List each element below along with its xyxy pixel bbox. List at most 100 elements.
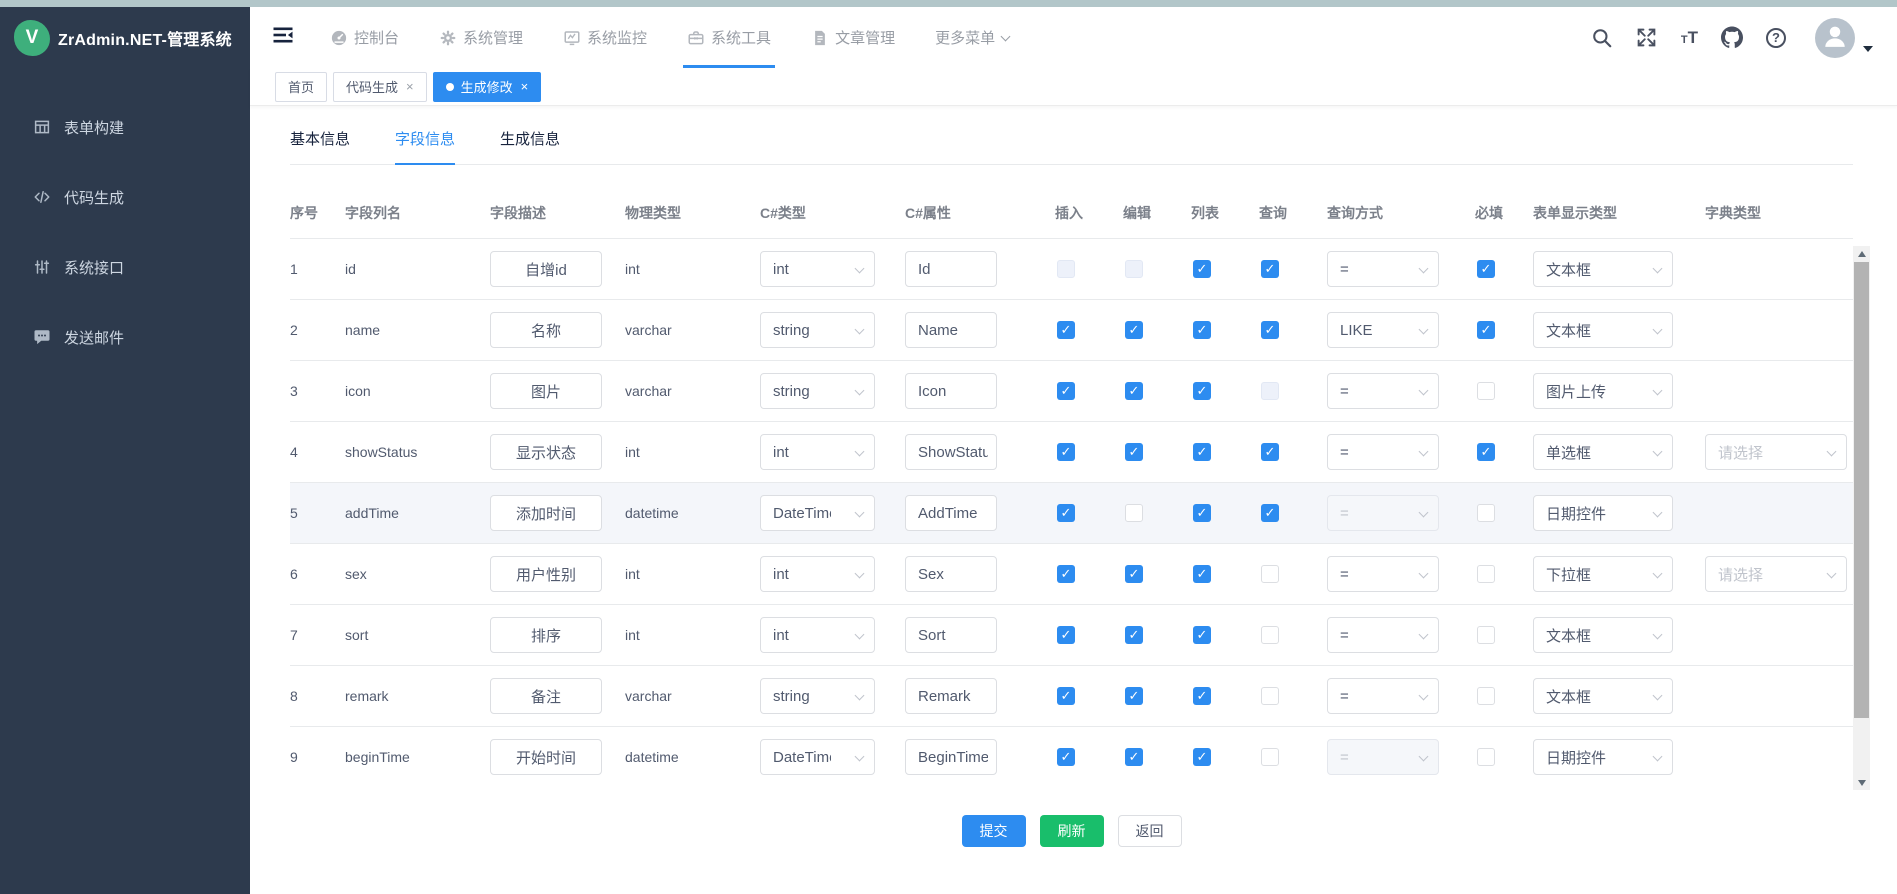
required-checkbox[interactable]: ✓ bbox=[1477, 260, 1495, 278]
csharp-property-input[interactable] bbox=[905, 678, 997, 714]
insert-checkbox[interactable]: ✓ bbox=[1057, 748, 1075, 766]
form-subtab[interactable]: 基本信息 bbox=[290, 128, 350, 165]
field-description-input[interactable] bbox=[490, 373, 602, 409]
csharp-type-select[interactable]: DateTime bbox=[760, 739, 875, 775]
scrollbar-down-arrow[interactable] bbox=[1853, 775, 1870, 790]
insert-checkbox[interactable]: ✓ bbox=[1057, 565, 1075, 583]
field-description-input[interactable] bbox=[490, 495, 602, 531]
csharp-property-input[interactable] bbox=[905, 556, 997, 592]
required-checkbox[interactable]: ✓ bbox=[1477, 443, 1495, 461]
field-description-input[interactable] bbox=[490, 739, 602, 775]
field-description-input[interactable] bbox=[490, 251, 602, 287]
csharp-type-select[interactable]: int bbox=[760, 251, 875, 287]
csharp-type-select[interactable]: string bbox=[760, 373, 875, 409]
close-icon[interactable]: × bbox=[521, 79, 529, 94]
display-type-select[interactable]: 图片上传 bbox=[1533, 373, 1673, 409]
nav-item[interactable]: 更多菜单 bbox=[935, 7, 1009, 68]
insert-checkbox[interactable]: ✓ bbox=[1057, 321, 1075, 339]
form-subtab[interactable]: 字段信息 bbox=[395, 128, 455, 165]
edit-checkbox[interactable]: ✓ bbox=[1125, 443, 1143, 461]
edit-checkbox[interactable]: ✓ bbox=[1125, 687, 1143, 705]
display-type-select[interactable]: 日期控件 bbox=[1533, 495, 1673, 531]
scrollbar-up-arrow[interactable] bbox=[1853, 246, 1870, 261]
display-type-select[interactable]: 日期控件 bbox=[1533, 739, 1673, 775]
csharp-type-select[interactable]: string bbox=[760, 678, 875, 714]
required-checkbox[interactable] bbox=[1477, 504, 1495, 522]
query-mode-select[interactable]: = bbox=[1327, 373, 1439, 409]
page-tab[interactable]: 代码生成× bbox=[333, 72, 427, 102]
list-checkbox[interactable]: ✓ bbox=[1193, 626, 1211, 644]
query-mode-select[interactable]: LIKE bbox=[1327, 312, 1439, 348]
page-tab[interactable]: 生成修改× bbox=[433, 72, 542, 102]
sidebar-item[interactable]: 发送邮件 bbox=[0, 309, 250, 365]
query-mode-select[interactable]: = bbox=[1327, 678, 1439, 714]
list-checkbox[interactable]: ✓ bbox=[1193, 321, 1211, 339]
page-tab[interactable]: 首页 bbox=[275, 72, 327, 102]
back-button[interactable]: 返回 bbox=[1118, 815, 1182, 847]
display-type-select[interactable]: 下拉框 bbox=[1533, 556, 1673, 592]
csharp-property-input[interactable] bbox=[905, 495, 997, 531]
query-mode-select[interactable]: = bbox=[1327, 617, 1439, 653]
query-checkbox[interactable] bbox=[1261, 626, 1279, 644]
font-size-icon[interactable]: TT bbox=[1681, 28, 1698, 48]
scrollbar-thumb[interactable] bbox=[1854, 262, 1869, 718]
refresh-button[interactable]: 刷新 bbox=[1040, 815, 1104, 847]
sidebar-collapse-icon[interactable] bbox=[270, 25, 296, 51]
dict-type-select[interactable]: 请选择 bbox=[1705, 556, 1847, 592]
query-checkbox[interactable]: ✓ bbox=[1261, 260, 1279, 278]
nav-item[interactable]: 控制台 bbox=[330, 7, 399, 68]
sidebar-item[interactable]: 系统接口 bbox=[0, 239, 250, 295]
csharp-type-select[interactable]: int bbox=[760, 556, 875, 592]
csharp-property-input[interactable] bbox=[905, 373, 997, 409]
display-type-select[interactable]: 文本框 bbox=[1533, 251, 1673, 287]
csharp-property-input[interactable] bbox=[905, 739, 997, 775]
avatar[interactable] bbox=[1815, 18, 1855, 58]
edit-checkbox[interactable] bbox=[1125, 504, 1143, 522]
query-mode-select[interactable]: = bbox=[1327, 251, 1439, 287]
nav-item[interactable]: 系统管理 bbox=[439, 7, 523, 68]
display-type-select[interactable]: 文本框 bbox=[1533, 617, 1673, 653]
list-checkbox[interactable]: ✓ bbox=[1193, 443, 1211, 461]
display-type-select[interactable]: 文本框 bbox=[1533, 312, 1673, 348]
insert-checkbox[interactable]: ✓ bbox=[1057, 443, 1075, 461]
nav-item[interactable]: 文章管理 bbox=[811, 7, 895, 68]
app-logo-row[interactable]: V ZrAdmin.NET-管理系统 bbox=[0, 7, 250, 69]
edit-checkbox[interactable]: ✓ bbox=[1125, 626, 1143, 644]
required-checkbox[interactable] bbox=[1477, 382, 1495, 400]
edit-checkbox[interactable]: ✓ bbox=[1125, 748, 1143, 766]
nav-item[interactable]: 系统工具 bbox=[687, 7, 771, 68]
help-icon[interactable]: ? bbox=[1766, 28, 1786, 48]
nav-item[interactable]: 系统监控 bbox=[563, 7, 647, 68]
sidebar-item[interactable]: 代码生成 bbox=[0, 169, 250, 225]
field-description-input[interactable] bbox=[490, 617, 602, 653]
field-description-input[interactable] bbox=[490, 556, 602, 592]
csharp-property-input[interactable] bbox=[905, 434, 997, 470]
insert-checkbox[interactable]: ✓ bbox=[1057, 504, 1075, 522]
insert-checkbox[interactable]: ✓ bbox=[1057, 687, 1075, 705]
required-checkbox[interactable] bbox=[1477, 565, 1495, 583]
csharp-property-input[interactable] bbox=[905, 617, 997, 653]
form-subtab[interactable]: 生成信息 bbox=[500, 128, 560, 165]
list-checkbox[interactable]: ✓ bbox=[1193, 748, 1211, 766]
csharp-type-select[interactable]: DateTime bbox=[760, 495, 875, 531]
vertical-scrollbar[interactable] bbox=[1853, 246, 1870, 790]
insert-checkbox[interactable]: ✓ bbox=[1057, 626, 1075, 644]
insert-checkbox[interactable]: ✓ bbox=[1057, 382, 1075, 400]
field-description-input[interactable] bbox=[490, 678, 602, 714]
required-checkbox[interactable] bbox=[1477, 626, 1495, 644]
csharp-type-select[interactable]: int bbox=[760, 617, 875, 653]
list-checkbox[interactable]: ✓ bbox=[1193, 504, 1211, 522]
query-checkbox[interactable]: ✓ bbox=[1261, 443, 1279, 461]
dict-type-select[interactable]: 请选择 bbox=[1705, 434, 1847, 470]
required-checkbox[interactable]: ✓ bbox=[1477, 321, 1495, 339]
search-icon[interactable] bbox=[1591, 27, 1613, 49]
edit-checkbox[interactable]: ✓ bbox=[1125, 565, 1143, 583]
sidebar-item[interactable]: 表单构建 bbox=[0, 99, 250, 155]
field-description-input[interactable] bbox=[490, 434, 602, 470]
user-avatar-menu[interactable] bbox=[1815, 18, 1873, 58]
github-icon[interactable] bbox=[1721, 27, 1743, 49]
query-mode-select[interactable]: = bbox=[1327, 556, 1439, 592]
display-type-select[interactable]: 文本框 bbox=[1533, 678, 1673, 714]
csharp-type-select[interactable]: string bbox=[760, 312, 875, 348]
fullscreen-icon[interactable] bbox=[1636, 27, 1658, 49]
